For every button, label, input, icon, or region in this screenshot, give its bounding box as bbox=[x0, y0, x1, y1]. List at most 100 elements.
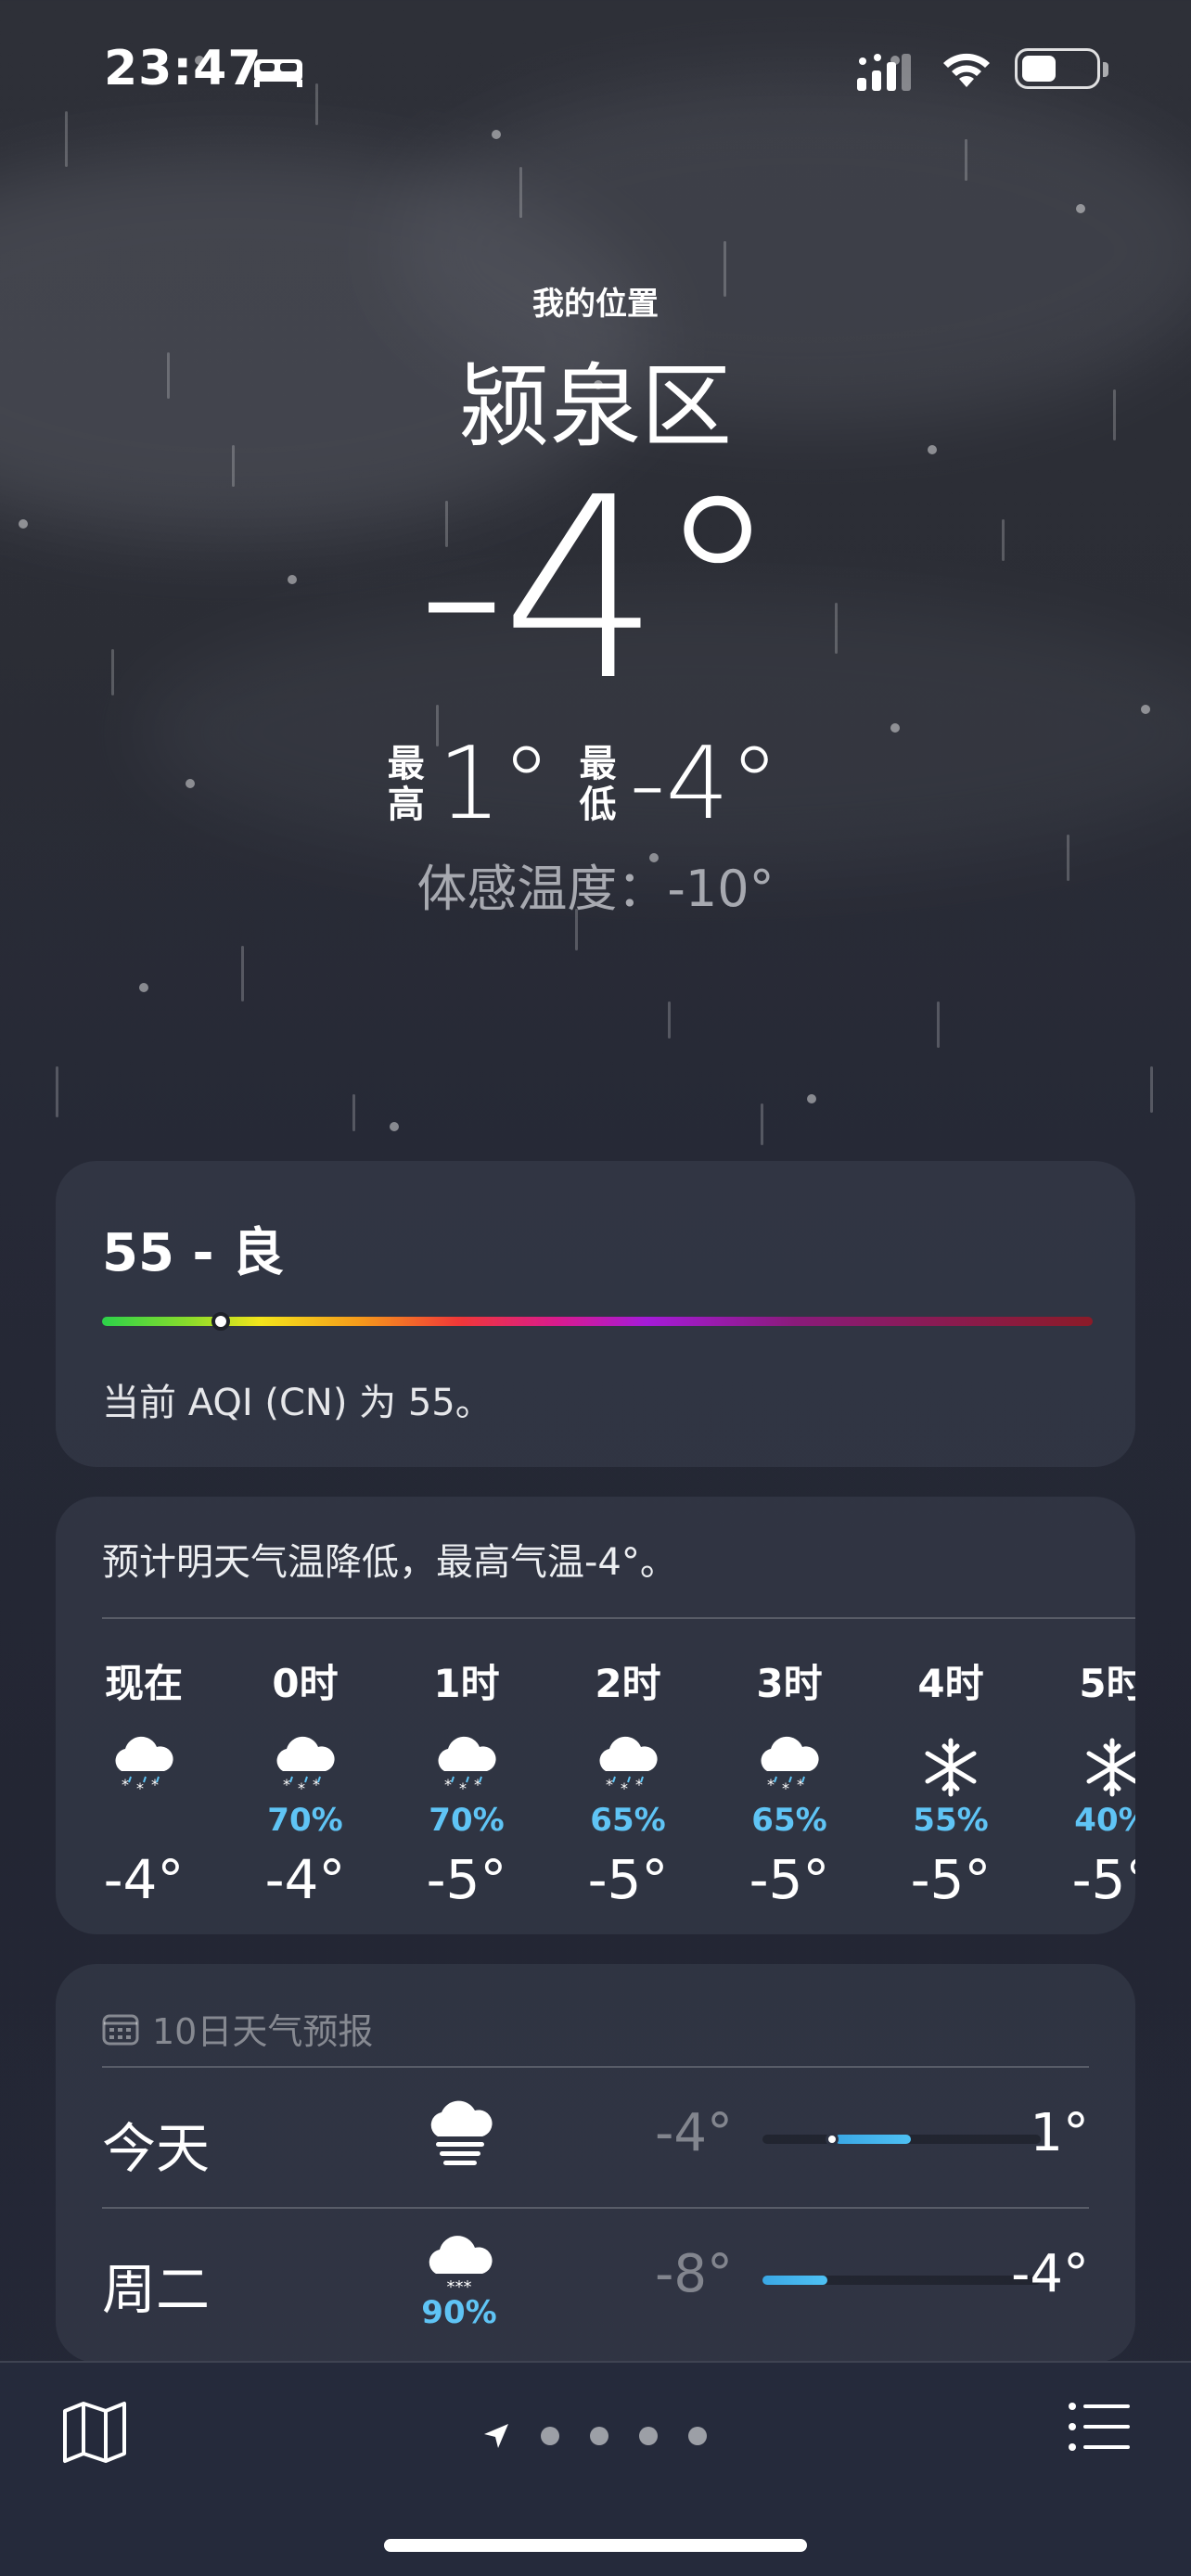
day-low: -4° bbox=[655, 2103, 733, 2163]
precip-chance: 90% bbox=[421, 2294, 497, 2331]
day-high: -4° bbox=[1011, 2244, 1089, 2304]
rain-streak bbox=[668, 1001, 671, 1039]
battery-icon bbox=[1015, 48, 1108, 89]
home-indicator[interactable] bbox=[384, 2539, 807, 2552]
hour-temperature: -5° bbox=[749, 1848, 830, 1911]
day-low: -8° bbox=[655, 2244, 733, 2304]
hour-item[interactable]: 2时 * * * 65% -5° bbox=[558, 1652, 698, 1911]
fog-cloud-icon bbox=[417, 2090, 501, 2172]
snow-cloud-icon: * * * bbox=[397, 1726, 536, 1809]
hour-label: 1时 bbox=[433, 1661, 500, 1706]
hour-item[interactable]: 4时 55% -5° bbox=[881, 1652, 1020, 1911]
temp-range-track bbox=[762, 2133, 1041, 2146]
snow-cloud-icon: * * * bbox=[558, 1726, 698, 1809]
hour-temperature: -5° bbox=[910, 1848, 992, 1911]
low-label: 最低 bbox=[579, 742, 617, 826]
hour-item[interactable]: 5时 40% -5° bbox=[1043, 1652, 1135, 1911]
current-temp-marker bbox=[826, 2133, 839, 2146]
page-indicator[interactable] bbox=[482, 2422, 707, 2450]
divider bbox=[102, 1617, 1135, 1619]
hour-temperature: -4° bbox=[264, 1848, 346, 1911]
svg-text:*: * bbox=[606, 1776, 613, 1793]
temp-range-track bbox=[762, 2276, 1041, 2285]
page-dots[interactable] bbox=[510, 2427, 707, 2445]
day-row[interactable]: 周二 *‌*‌* 90% -8° -4° bbox=[102, 2209, 1089, 2348]
snow-cloud-icon: * * * bbox=[236, 1726, 375, 1809]
location-arrow-icon[interactable] bbox=[482, 2422, 510, 2450]
hour-temperature: -4° bbox=[103, 1848, 185, 1911]
hour-label: 2时 bbox=[595, 1661, 661, 1706]
high-temperature: 1° bbox=[437, 726, 552, 842]
high-low: 最高 1° 最低 -4° bbox=[0, 726, 1191, 842]
rain-streak bbox=[352, 1094, 355, 1131]
page-dot[interactable] bbox=[639, 2427, 658, 2445]
page-dot[interactable] bbox=[590, 2427, 608, 2445]
current-weather-header: 我的位置 颍泉区 -4° 最高 1° 最低 -4° 体感温度：-10° bbox=[0, 278, 1191, 921]
hour-item[interactable]: 1时 * * * 70% -5° bbox=[397, 1652, 536, 1911]
high-label: 最高 bbox=[387, 742, 425, 826]
svg-text:*: * bbox=[444, 1776, 452, 1793]
page-dot[interactable] bbox=[541, 2427, 559, 2445]
forecast-summary: 预计明天气温降低，最高气温-4°。 bbox=[102, 1541, 677, 1584]
hour-label: 5时 bbox=[1079, 1661, 1135, 1706]
hour-item[interactable]: 现在 * * * -4° bbox=[74, 1652, 213, 1911]
status-bar: 23:47 bbox=[0, 0, 1191, 139]
hour-label: 现在 bbox=[104, 1661, 183, 1706]
hour-label: 4时 bbox=[917, 1661, 984, 1706]
svg-text:*: * bbox=[767, 1776, 775, 1793]
page-dot[interactable] bbox=[688, 2427, 707, 2445]
list-icon[interactable] bbox=[1069, 2402, 1130, 2452]
precip-chance: 40% bbox=[1074, 1802, 1135, 1839]
snow-flake bbox=[139, 983, 148, 992]
battery-nub bbox=[1103, 62, 1108, 77]
ten-day-header: 10日天气预报 bbox=[102, 2003, 373, 2054]
feels-like: 体感温度：-10° bbox=[416, 860, 775, 918]
hourly-forecast-card[interactable]: 预计明天气温降低，最高气温-4°。 现在 * * * -4° 0时 * * * 70% -4° 1时 *… bbox=[56, 1497, 1135, 1934]
snow-cloud-icon: *‌*‌* 90% bbox=[417, 2231, 501, 2331]
low-temperature: -4° bbox=[629, 726, 780, 842]
precip-chance: 70% bbox=[267, 1802, 343, 1839]
rain-streak bbox=[1150, 1066, 1153, 1113]
my-location-label: 我的位置 bbox=[532, 286, 659, 323]
aqi-indicator bbox=[211, 1312, 231, 1331]
svg-text:*: * bbox=[621, 1779, 628, 1797]
rain-streak bbox=[937, 1001, 940, 1048]
ten-day-title: 10日天气预报 bbox=[152, 2011, 374, 2052]
rain-streak bbox=[56, 1066, 58, 1117]
day-name: 周二 bbox=[102, 2258, 211, 2321]
rain-streak bbox=[761, 1103, 763, 1145]
day-high: 1° bbox=[1030, 2103, 1089, 2163]
hour-item[interactable]: 3时 * * * 65% -5° bbox=[720, 1652, 859, 1911]
hour-item[interactable]: 0时 * * * 70% -4° bbox=[236, 1652, 375, 1911]
snow-cloud-icon: * * * bbox=[74, 1726, 213, 1809]
svg-text:*: * bbox=[298, 1779, 305, 1797]
air-quality-card[interactable]: 55 - 良 当前 AQI (CN) 为 55。 bbox=[56, 1161, 1135, 1467]
snow-cloud-icon: * * * bbox=[720, 1726, 859, 1809]
map-icon[interactable] bbox=[61, 2400, 128, 2465]
day-row[interactable]: 今天 -4° 1° bbox=[102, 2068, 1089, 2207]
snowflake-icon bbox=[1043, 1726, 1135, 1809]
snow-flake bbox=[1076, 204, 1085, 213]
hour-temperature: -5° bbox=[426, 1848, 507, 1911]
wifi-icon bbox=[943, 53, 990, 87]
cellular-signal-icon bbox=[857, 54, 911, 91]
rain-streak bbox=[519, 167, 522, 218]
temp-range-bar bbox=[762, 2276, 827, 2285]
rain-streak bbox=[241, 946, 244, 1001]
bed-icon bbox=[254, 59, 302, 87]
svg-text:*‌*‌*: *‌*‌* bbox=[447, 2277, 472, 2296]
snow-flake bbox=[807, 1094, 816, 1103]
snowflake-icon bbox=[881, 1726, 1020, 1809]
precip-chance: 65% bbox=[751, 1802, 827, 1839]
svg-text:*: * bbox=[136, 1779, 144, 1797]
aqi-description: 当前 AQI (CN) 为 55。 bbox=[102, 1382, 493, 1424]
precip-chance: 70% bbox=[429, 1802, 505, 1839]
rain-streak bbox=[965, 139, 967, 181]
day-name: 今天 bbox=[102, 2117, 211, 2180]
battery-level bbox=[1022, 56, 1056, 82]
aqi-title: 55 - 良 bbox=[102, 1223, 285, 1283]
svg-text:*: * bbox=[782, 1779, 789, 1797]
hour-temperature: -5° bbox=[1071, 1848, 1135, 1911]
svg-text:*: * bbox=[459, 1779, 467, 1797]
ten-day-forecast-card[interactable]: 10日天气预报 今天 -4° 1° 周二 *‌*‌* 90% bbox=[56, 1964, 1135, 2363]
